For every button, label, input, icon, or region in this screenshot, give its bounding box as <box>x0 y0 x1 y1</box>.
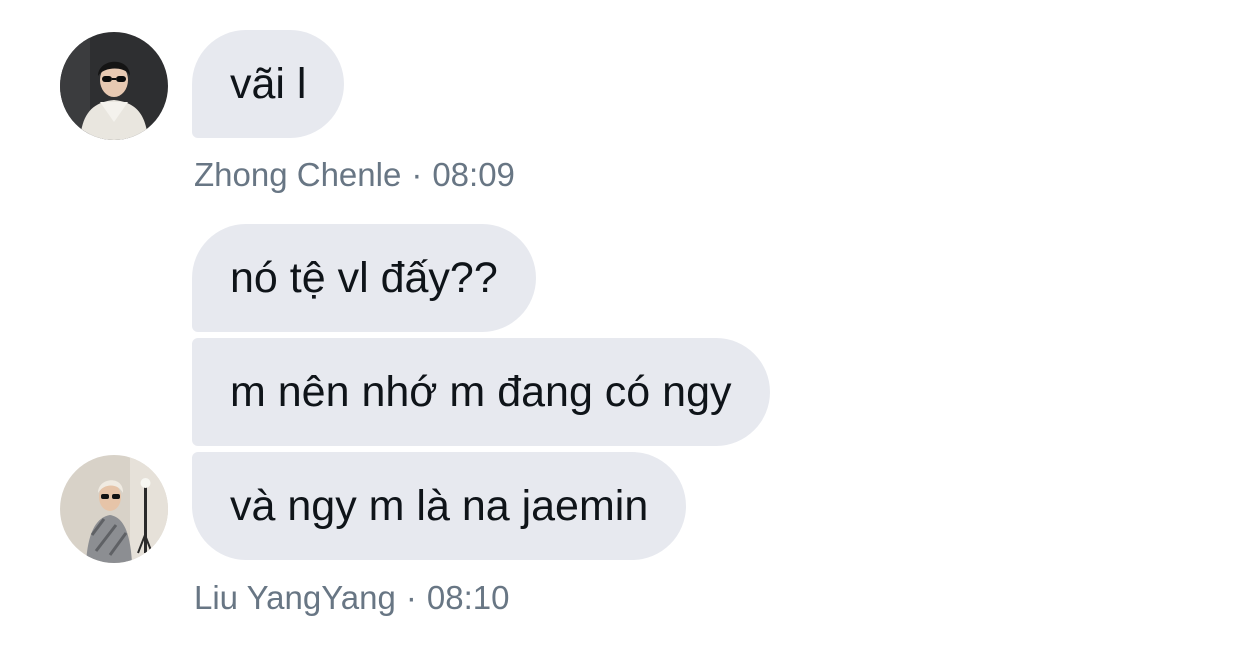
message-text: vãi l <box>230 60 307 108</box>
message-bubble[interactable]: nó tệ vl đấy?? <box>192 224 536 332</box>
message-text: và ngy m là na jaemin <box>230 482 649 530</box>
sender-name[interactable]: Zhong Chenle <box>194 156 401 193</box>
sender-name[interactable]: Liu YangYang <box>194 579 396 616</box>
message-text: nó tệ vl đấy?? <box>230 254 498 302</box>
message-bubble[interactable]: và ngy m là na jaemin <box>192 452 687 560</box>
avatar-photo <box>60 455 168 563</box>
avatar[interactable] <box>60 455 168 563</box>
message-meta: Liu YangYang · 08:10 <box>194 579 509 617</box>
avatar[interactable] <box>60 32 168 140</box>
message-text: m nên nhớ m đang có ngy <box>230 368 732 416</box>
avatar-photo <box>60 32 168 140</box>
message-time: 08:10 <box>426 579 510 616</box>
message-bubble[interactable]: m nên nhớ m đang có ngy <box>192 338 770 446</box>
message-bubble[interactable]: vãi l <box>192 30 345 138</box>
message-time: 08:09 <box>432 156 515 193</box>
message-meta: Zhong Chenle · 08:09 <box>194 156 515 194</box>
meta-separator: · <box>405 579 417 616</box>
meta-separator: · <box>411 156 423 193</box>
